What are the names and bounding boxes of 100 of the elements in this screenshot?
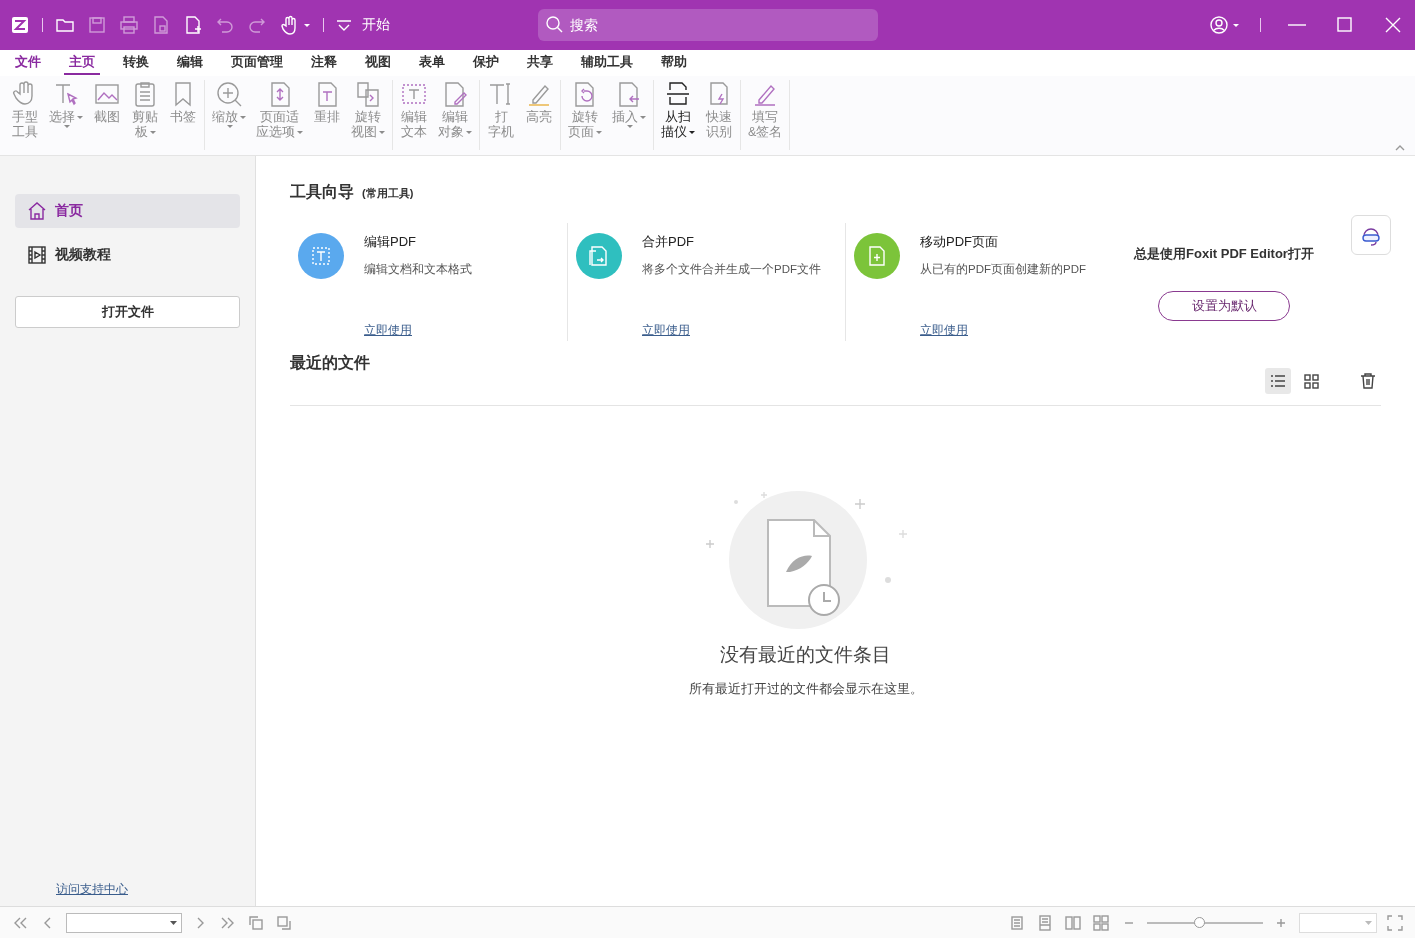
new-document-button[interactable] [183, 13, 203, 37]
caret-icon [640, 116, 646, 119]
sidebar-item[interactable]: 视频教程 [15, 238, 240, 272]
list-icon [1269, 373, 1287, 389]
menu-tab[interactable]: 转换 [118, 51, 154, 75]
menu-tab[interactable]: 共享 [522, 51, 558, 75]
use-now-link[interactable]: 立即使用 [920, 322, 1086, 339]
caret-icon [379, 131, 385, 134]
caret-icon [689, 131, 695, 134]
caret-icon [596, 131, 602, 134]
caret-icon [149, 131, 156, 134]
empty-state-title: 没有最近的文件条目 [720, 643, 891, 667]
plus-icon [1276, 917, 1286, 928]
user-icon [1210, 16, 1228, 34]
ribbon-button[interactable]: 截图 [88, 80, 126, 125]
hand-tool-button[interactable] [279, 13, 311, 37]
ribbon-button[interactable]: 剪贴 板 [126, 80, 164, 140]
ribbon-button[interactable]: 填写 &签名 [743, 80, 788, 140]
use-now-link[interactable]: 立即使用 [642, 322, 821, 339]
caret-icon [1232, 22, 1240, 28]
two-pages-icon [1093, 914, 1109, 931]
tool-description: 从已有的PDF页面创建新的PDF [920, 262, 1086, 277]
ribbon-button[interactable]: 快速 识别 [700, 80, 738, 140]
ribbon-button[interactable]: 编辑 对象 [433, 80, 477, 140]
ribbon-button[interactable]: 页面适 应选项 [251, 80, 308, 140]
trash-icon [1359, 372, 1377, 390]
tool-description: 将多个文件合并生成一个PDF文件 [642, 262, 821, 277]
close-icon [1384, 16, 1402, 34]
two-pages-icon [1065, 914, 1081, 931]
caret-icon [240, 116, 246, 119]
scanner-icon [664, 80, 692, 108]
minimize-icon [1288, 24, 1306, 26]
rotate-view-icon [354, 80, 382, 108]
caret-icon [170, 920, 177, 925]
zoom-in-icon [215, 80, 243, 108]
set-default-button[interactable]: 设置为默认 [1158, 291, 1290, 321]
caret-icon [466, 131, 472, 134]
ribbon-button[interactable]: 编辑 文本 [395, 80, 433, 140]
document-button[interactable] [151, 13, 171, 37]
pages-icon [276, 914, 292, 931]
ribbon-button[interactable]: 缩放 [207, 80, 251, 128]
use-now-link[interactable]: 立即使用 [364, 322, 472, 339]
support-link[interactable]: 访问支持中心 [56, 881, 128, 898]
home-icon [27, 201, 47, 221]
menu-tab[interactable]: 辅助工具 [576, 51, 638, 75]
page-number-field[interactable] [66, 912, 182, 933]
empty-state-description: 所有最近打开过的文件都会显示在这里。 [688, 680, 923, 698]
page-icon [1037, 914, 1053, 931]
tool-title: 合并PDF [642, 233, 695, 251]
menu-tab[interactable]: 表单 [414, 51, 450, 75]
menu-tab[interactable]: 保护 [468, 51, 504, 75]
zoom-field[interactable] [1299, 912, 1377, 933]
continuous-facing-button[interactable] [1091, 912, 1111, 933]
ribbon-button[interactable]: 旋转 视图 [346, 80, 390, 140]
menu-tab[interactable]: 注释 [306, 51, 342, 75]
ribbon-button[interactable]: 手型 工具 [6, 80, 44, 140]
app-logo-icon [10, 15, 30, 35]
ribbon-button[interactable]: 打 字机 [482, 80, 520, 140]
menu-tab[interactable]: 编辑 [172, 51, 208, 75]
list-view-button[interactable] [1265, 368, 1291, 394]
fullscreen-button[interactable] [1385, 912, 1405, 933]
caret-icon [297, 131, 303, 134]
pages-icon [248, 914, 264, 931]
save-icon [87, 15, 107, 35]
grid-icon [1303, 373, 1321, 389]
caret-icon [1365, 920, 1372, 925]
sidebar-item[interactable]: 首页 [15, 194, 240, 228]
menu-tab[interactable]: 文件 [10, 51, 46, 75]
ribbon-button[interactable]: 插入 [607, 80, 651, 128]
section-title: 最近的文件 [290, 353, 370, 373]
tool-title: 编辑PDF [364, 233, 417, 251]
ribbon-button[interactable]: 书签 [164, 80, 202, 125]
ribbon-button[interactable]: 旋转 页面 [563, 80, 607, 140]
menu-tab[interactable]: 帮助 [656, 51, 692, 75]
hand-icon [279, 15, 299, 35]
ribbon-button[interactable]: 选择 [44, 80, 88, 128]
print-icon [119, 15, 139, 35]
print-button[interactable] [119, 13, 139, 37]
search-field[interactable]: 搜索 [538, 9, 878, 41]
ai-assistant-button[interactable] [1351, 215, 1391, 255]
open-file-button[interactable]: 打开文件 [15, 296, 240, 328]
menu-tab[interactable]: 页面管理 [226, 51, 288, 75]
tool-description: 编辑文档和文本格式 [364, 262, 472, 277]
fullscreen-icon [1387, 914, 1403, 931]
ribbon-button[interactable]: 高亮 [520, 80, 558, 125]
section-subtitle: (常用工具) [362, 186, 414, 201]
caret-icon [77, 116, 83, 119]
ribbon-button[interactable]: 从扫 描仪 [656, 80, 700, 140]
page-icon [1009, 914, 1025, 931]
document-icon [151, 15, 171, 35]
filter-icon [336, 18, 352, 32]
collapse-icon[interactable] [1395, 145, 1405, 151]
maximize-icon [1336, 16, 1354, 34]
account-button[interactable] [1210, 13, 1240, 37]
new-document-icon [183, 15, 203, 35]
start-button[interactable]: 开始 [336, 16, 390, 34]
ribbon-button[interactable]: 重排 [308, 80, 346, 125]
search-icon [546, 16, 563, 33]
default-prompt: 总是使用Foxit PDF Editor打开 [1134, 245, 1314, 263]
menu-tab[interactable]: 视图 [360, 51, 396, 75]
